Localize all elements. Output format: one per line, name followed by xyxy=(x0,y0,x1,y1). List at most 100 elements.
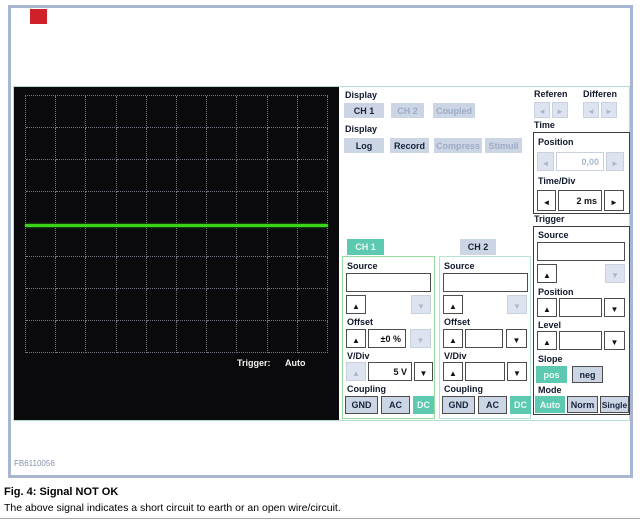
ch2-vdiv-value-field[interactable] xyxy=(465,362,505,381)
grid-cell xyxy=(56,289,86,321)
mode-auto-button[interactable]: Auto xyxy=(535,396,565,413)
trigger-position-up-button[interactable] xyxy=(537,298,557,317)
log-button[interactable]: Log xyxy=(344,138,384,153)
signal-trace xyxy=(25,224,328,227)
grid-cell xyxy=(56,321,86,353)
ch2-source-down-button[interactable] xyxy=(507,295,527,314)
ch2-offset-up-button[interactable] xyxy=(443,329,463,348)
up-arrow-icon xyxy=(449,330,457,348)
difference-next-button[interactable] xyxy=(601,102,617,118)
ch1-source-up-button[interactable] xyxy=(346,295,366,314)
grid-cell xyxy=(147,192,177,224)
record-button[interactable]: Record xyxy=(390,138,429,153)
left-arrow-icon xyxy=(587,101,595,119)
time-div-next-button[interactable] xyxy=(604,190,624,211)
trigger-level-value-field[interactable] xyxy=(559,331,602,350)
display-modes-label: Display xyxy=(345,124,377,134)
trigger-source-down-button[interactable] xyxy=(605,264,625,283)
ch2-offset-value-field[interactable] xyxy=(465,329,503,348)
grid-cell xyxy=(298,225,328,257)
time-position-next-button[interactable] xyxy=(606,152,624,171)
time-div-prev-button[interactable] xyxy=(537,190,556,211)
ch1-source-down-button[interactable] xyxy=(411,295,431,314)
up-arrow-icon xyxy=(543,332,551,350)
page: Trigger: Auto Display CH 1 CH 2 Coupled … xyxy=(0,0,640,524)
ch2-source-label: Source xyxy=(444,261,475,271)
stimuli-button[interactable]: Stimuli xyxy=(485,138,522,153)
ch2-coupling-ac-button[interactable]: AC xyxy=(478,396,507,414)
grid-cell xyxy=(237,321,267,353)
grid-cell xyxy=(207,192,237,224)
ch1-vdiv-down-button[interactable] xyxy=(414,362,433,381)
grid-cell xyxy=(56,160,86,192)
grid-cell xyxy=(56,96,86,128)
ch1-offset-label: Offset xyxy=(347,317,373,327)
ch1-vdiv-value-field[interactable]: 5 V xyxy=(368,362,412,381)
ch2-vdiv-up-button[interactable] xyxy=(443,362,463,381)
trigger-position-value-field[interactable] xyxy=(559,298,602,317)
left-arrow-icon xyxy=(542,153,550,171)
tab-ch1[interactable]: CH 1 xyxy=(347,239,384,255)
ch2-vdiv-down-button[interactable] xyxy=(507,362,527,381)
ch1-offset-value-field[interactable]: ±0 % xyxy=(368,329,406,348)
ch1-coupling-label: Coupling xyxy=(347,384,386,394)
time-div-value-field[interactable]: 2 ms xyxy=(558,190,602,211)
trigger-level-up-button[interactable] xyxy=(537,331,557,350)
grid-cell xyxy=(207,96,237,128)
grid-cell xyxy=(56,128,86,160)
ch1-vdiv-up-button[interactable] xyxy=(346,362,366,381)
up-arrow-icon xyxy=(352,296,360,314)
ch1-coupling-ac-button[interactable]: AC xyxy=(381,396,410,414)
down-arrow-icon xyxy=(513,330,521,348)
mode-single-button[interactable]: Single xyxy=(600,396,629,413)
display-ch1-button[interactable]: CH 1 xyxy=(344,103,384,118)
difference-prev-button[interactable] xyxy=(583,102,599,118)
tab-ch2[interactable]: CH 2 xyxy=(460,239,496,255)
time-position-value-field[interactable]: 0,00 xyxy=(556,152,604,171)
slope-pos-button[interactable]: pos xyxy=(536,366,567,383)
reference-prev-button[interactable] xyxy=(534,102,550,118)
ch2-source-up-button[interactable] xyxy=(443,295,463,314)
grid-cell xyxy=(298,128,328,160)
ch1-source-input[interactable] xyxy=(346,273,431,292)
down-arrow-icon xyxy=(611,265,619,283)
grid-cell xyxy=(177,289,207,321)
grid-cell xyxy=(207,128,237,160)
grid-cell xyxy=(86,257,116,289)
ch2-coupling-label: Coupling xyxy=(444,384,483,394)
ch1-offset-down-button[interactable] xyxy=(410,329,431,348)
display-coupled-button[interactable]: Coupled xyxy=(433,103,475,118)
grid-cell xyxy=(26,160,56,192)
grid-cell xyxy=(147,225,177,257)
grid-cell xyxy=(147,321,177,353)
ch1-coupling-dc-button[interactable]: DC xyxy=(413,396,434,414)
grid-cell xyxy=(147,289,177,321)
ch1-offset-up-button[interactable] xyxy=(346,329,366,348)
down-arrow-icon xyxy=(513,363,521,381)
ch2-source-input[interactable] xyxy=(443,273,528,292)
trigger-position-down-button[interactable] xyxy=(604,298,625,317)
ch1-coupling-gnd-button[interactable]: GND xyxy=(345,396,378,414)
grid-cell xyxy=(117,192,147,224)
trigger-source-up-button[interactable] xyxy=(537,264,557,283)
grid-cell xyxy=(177,192,207,224)
down-arrow-icon xyxy=(420,363,428,381)
compress-button[interactable]: Compress xyxy=(434,138,482,153)
grid-cell xyxy=(268,96,298,128)
right-arrow-icon xyxy=(611,153,619,171)
grid-cell xyxy=(298,321,328,353)
mode-norm-button[interactable]: Norm xyxy=(567,396,598,413)
time-position-prev-button[interactable] xyxy=(537,152,554,171)
grid-cell xyxy=(298,192,328,224)
grid-cell xyxy=(56,192,86,224)
ch2-offset-down-button[interactable] xyxy=(506,329,527,348)
trigger-level-down-button[interactable] xyxy=(604,331,625,350)
ch2-coupling-dc-button[interactable]: DC xyxy=(510,396,531,414)
ch2-coupling-gnd-button[interactable]: GND xyxy=(442,396,475,414)
slope-neg-button[interactable]: neg xyxy=(572,366,603,383)
grid-cell xyxy=(26,321,56,353)
time-position-label: Position xyxy=(538,137,574,147)
reference-next-button[interactable] xyxy=(552,102,568,118)
trigger-source-input[interactable] xyxy=(537,242,625,261)
display-ch2-button[interactable]: CH 2 xyxy=(391,103,424,118)
